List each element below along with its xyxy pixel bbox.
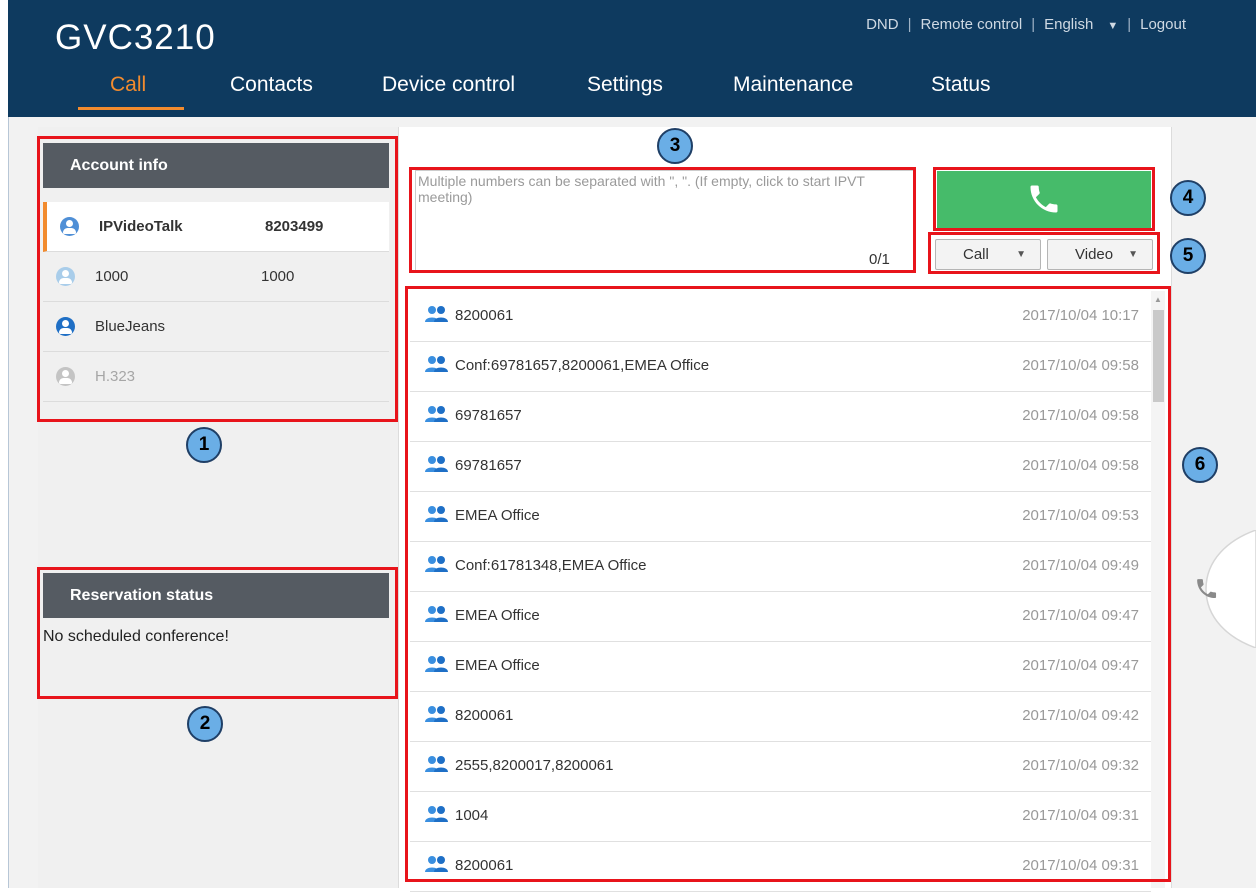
tab-settings[interactable]: Settings [587,73,663,97]
remote-control-link[interactable]: Remote control [920,16,1022,33]
callout-6: 6 [1182,447,1218,483]
language-label: English [1044,16,1094,33]
callout-5: 5 [1170,238,1206,274]
chevron-down-icon: ▼ [1107,20,1119,32]
callout-1: 1 [186,427,222,463]
annotation-box-3 [409,167,916,273]
annotation-box-4 [933,167,1155,231]
tab-status[interactable]: Status [931,73,991,97]
tab-contacts[interactable]: Contacts [230,73,313,97]
tab-device-control[interactable]: Device control [382,73,515,97]
active-tab-underline [78,107,184,110]
callout-3: 3 [657,128,693,164]
annotation-box-1 [37,136,398,422]
callout-2: 2 [187,706,223,742]
side-call-handle[interactable] [1188,529,1256,649]
divider: | [1127,16,1132,33]
annotation-box-2 [37,567,398,699]
tab-maintenance[interactable]: Maintenance [733,73,853,97]
callout-4: 4 [1170,180,1206,216]
app-logo: GVC3210 [55,18,216,57]
annotation-box-6 [405,286,1171,882]
top-links: DND | Remote control | English ▼ | Logout [866,16,1186,33]
dnd-link[interactable]: DND [866,16,899,33]
divider: | [907,16,912,33]
annotation-box-5 [928,232,1160,274]
tab-call[interactable]: Call [110,73,146,97]
language-select[interactable]: English ▼ [1044,16,1118,33]
logout-link[interactable]: Logout [1140,16,1186,33]
divider: | [1031,16,1036,33]
